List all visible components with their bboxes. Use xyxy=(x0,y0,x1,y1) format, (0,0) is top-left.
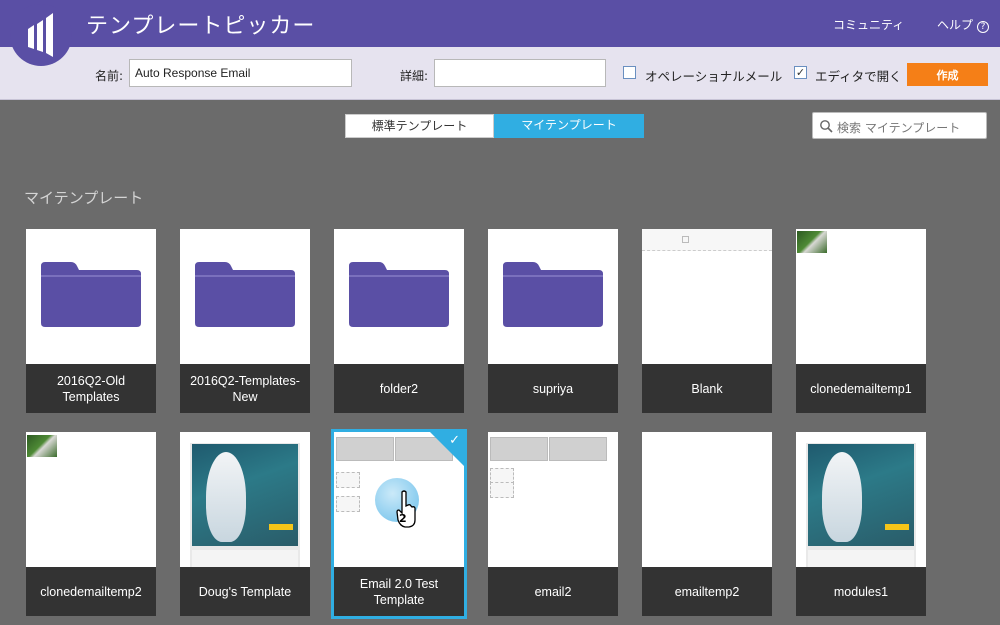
card-label: modules1 xyxy=(796,567,926,616)
check-icon: ✓ xyxy=(449,433,460,448)
social-placeholder-icon xyxy=(490,482,514,498)
search-input[interactable]: 検索 マイテンプレート xyxy=(812,112,987,139)
card-label: clonedemailtemp1 xyxy=(796,364,926,413)
name-label: 名前: xyxy=(95,69,124,83)
email-preview-thumbnail xyxy=(190,432,300,567)
operational-email-checkbox[interactable] xyxy=(623,66,636,79)
video-placeholder-icon xyxy=(336,472,360,488)
details-label: 詳細: xyxy=(400,69,429,83)
card-label: Doug's Template xyxy=(180,567,310,616)
folder-icon xyxy=(195,262,295,327)
card-label: 2016Q2-Old Templates xyxy=(26,364,156,413)
section-title: マイテンプレート xyxy=(24,189,144,207)
blank-header-block xyxy=(642,229,772,251)
template-card[interactable]: folder2 xyxy=(334,229,464,413)
card-label: folder2 xyxy=(334,364,464,413)
card-label: email2 xyxy=(488,567,618,616)
template-card[interactable]: email2 xyxy=(488,432,618,616)
image-block-1 xyxy=(336,437,394,461)
help-link-label: ヘルプ xyxy=(937,18,974,32)
operational-email-label: オペレーショナルメール xyxy=(645,69,783,84)
template-card[interactable]: emailtemp2 xyxy=(642,432,772,616)
template-card[interactable]: 2016Q2-Old Templates xyxy=(26,229,156,413)
page-title: テンプレートピッカー xyxy=(86,14,316,39)
search-icon xyxy=(820,120,833,133)
create-button[interactable]: 作成 xyxy=(907,63,988,86)
tab-my-templates[interactable]: マイテンプレート xyxy=(494,114,644,138)
card-label: emailtemp2 xyxy=(642,567,772,616)
folder-icon xyxy=(41,262,141,327)
card-label: Email 2.0 Test Template xyxy=(334,567,464,616)
search-placeholder: 検索 マイテンプレート xyxy=(837,121,961,135)
social-placeholder-icon xyxy=(336,496,360,512)
help-icon: ? xyxy=(977,21,990,33)
name-input[interactable] xyxy=(129,59,352,87)
details-input[interactable] xyxy=(434,59,606,87)
template-card[interactable]: modules1 xyxy=(796,432,926,616)
template-card[interactable]: supriya xyxy=(488,229,618,413)
folder-icon xyxy=(503,262,603,327)
template-card[interactable]: clonedemailtemp1 xyxy=(796,229,926,413)
template-card[interactable]: 2016Q2-Templates-New xyxy=(180,229,310,413)
community-link[interactable]: コミュニティ xyxy=(833,16,904,33)
card-label: Blank xyxy=(642,364,772,413)
click-count-badge: 2 xyxy=(399,512,407,525)
card-label: clonedemailtemp2 xyxy=(26,567,156,616)
image-block-2 xyxy=(549,437,607,461)
card-label: 2016Q2-Templates-New xyxy=(180,364,310,413)
thumbnail-photo xyxy=(797,231,827,253)
template-card[interactable]: Blank xyxy=(642,229,772,413)
template-card[interactable]: clonedemailtemp2 xyxy=(26,432,156,616)
app-header: テンプレートピッカー コミュニティ ヘルプ? xyxy=(0,0,1000,47)
template-card[interactable]: Doug's Template xyxy=(180,432,310,616)
email-preview-thumbnail xyxy=(806,432,916,567)
image-placeholder-icon xyxy=(682,236,689,243)
open-in-editor-label: エディタで開く xyxy=(815,69,902,84)
folder-icon xyxy=(349,262,449,327)
open-in-editor-checkbox[interactable]: ✓ xyxy=(794,66,807,79)
image-block-1 xyxy=(490,437,548,461)
tab-standard-templates[interactable]: 標準テンプレート xyxy=(345,114,494,138)
template-form-bar: 名前: 詳細: オペレーショナルメール ✓ エディタで開く xyxy=(0,47,1000,100)
marketo-logo xyxy=(10,4,72,66)
help-link[interactable]: ヘルプ? xyxy=(937,16,990,33)
thumbnail-photo xyxy=(27,435,57,457)
logo-bars-icon xyxy=(28,13,53,57)
card-label: supriya xyxy=(488,364,618,413)
